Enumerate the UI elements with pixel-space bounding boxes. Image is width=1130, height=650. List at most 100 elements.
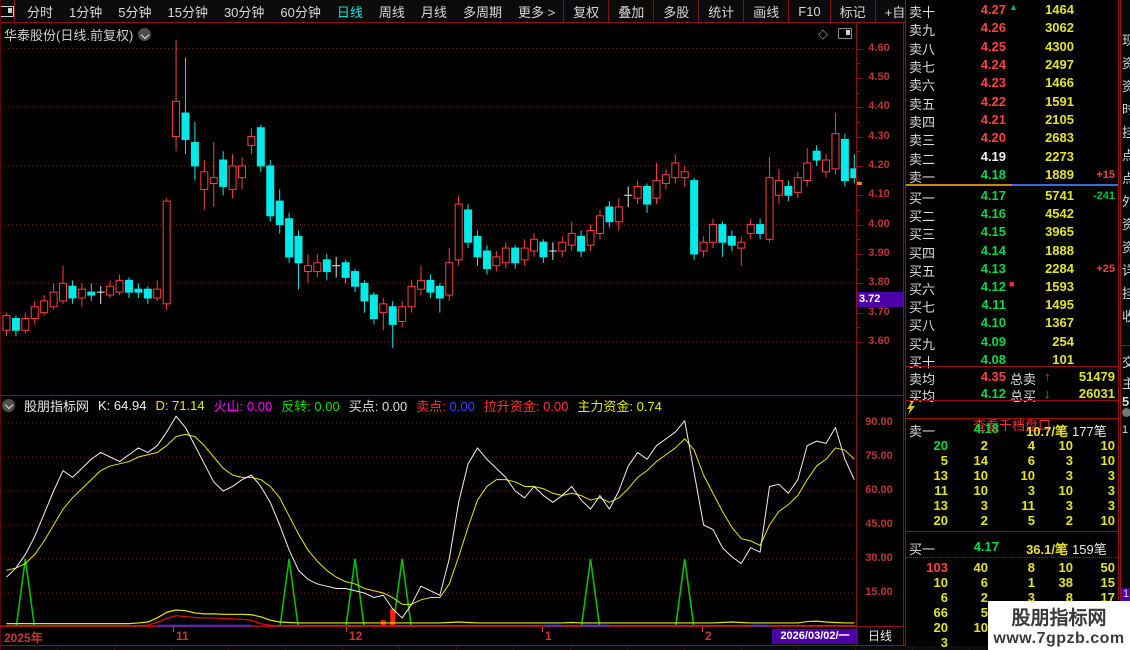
orderbook-volume: 1466 xyxy=(1045,75,1074,91)
tool-标记[interactable]: 标记 xyxy=(829,0,875,22)
sell-row-卖一[interactable]: 卖一 4.18 1889 +15 xyxy=(906,166,1118,185)
orderbook-level-label: 买八 xyxy=(909,318,936,334)
period-1分钟[interactable]: 1分钟 xyxy=(61,2,110,21)
sell-row-卖四[interactable]: 卖四 4.21 2105 xyxy=(906,111,1118,131)
orderbook-volume: 101 xyxy=(1052,351,1074,367)
buy-row-买二[interactable]: 买二 4.16 4542 xyxy=(906,205,1118,224)
period-分时[interactable]: 分时 xyxy=(19,2,61,21)
price-axis-label: 3.90 xyxy=(868,246,890,259)
orderbook-level-label: 卖五 xyxy=(909,96,936,112)
candle-down xyxy=(539,241,548,258)
summary-price: 4.17 xyxy=(973,539,999,554)
candle-up xyxy=(661,174,670,185)
strip-char: 挂 xyxy=(1122,122,1130,141)
buy-row-买六[interactable]: 买六 4.12 ■ 1593 xyxy=(906,278,1118,297)
period-周线[interactable]: 周线 xyxy=(371,2,413,21)
period-多周期[interactable]: 多周期 xyxy=(455,2,510,21)
orderbook-border-left xyxy=(905,0,906,646)
price-tag: 3.72 xyxy=(857,292,903,307)
grid-cell: 11 xyxy=(934,483,948,498)
orderbook-price: 4.17 xyxy=(980,188,1006,203)
price-axis-tick xyxy=(857,268,860,270)
indicator-chart[interactable] xyxy=(0,415,856,627)
orderbook-level-label: 买六 xyxy=(909,282,936,297)
grid-cell: 10 xyxy=(1058,438,1073,453)
buy-row-买七[interactable]: 买七 4.11 1495 xyxy=(906,296,1118,315)
sell-row-卖六[interactable]: 卖六 4.23 1466 xyxy=(906,74,1118,93)
candle-down xyxy=(256,127,265,167)
period-5分钟[interactable]: 5分钟 xyxy=(110,2,159,21)
sell-row-卖七[interactable]: 卖七 4.24 2497 xyxy=(906,56,1118,75)
split-window-icon[interactable] xyxy=(838,27,852,42)
window-layout-button[interactable] xyxy=(0,0,15,22)
thousand-level-link[interactable]: 查看千档盘口 xyxy=(906,401,1118,433)
period-60分钟[interactable]: 60分钟 xyxy=(272,2,328,21)
indicator-value-K: K: 64.94 xyxy=(98,397,147,413)
orderbook-volume: 2497 xyxy=(1045,57,1074,73)
buy-row-买三[interactable]: 买三 4.15 3965 xyxy=(906,223,1118,242)
orderbook-price: 4.26 xyxy=(980,20,1006,36)
tool-画线[interactable]: 画线 xyxy=(743,0,788,22)
period-更多 >[interactable]: 更多 > xyxy=(510,2,563,21)
strip-char: 时 xyxy=(1122,99,1130,118)
orderbook-volume: 4542 xyxy=(1045,206,1074,222)
thousand-buy-grid-row: 103 40 8 10 50 xyxy=(906,560,1118,576)
time-axis-tick xyxy=(173,627,174,632)
period-15分钟[interactable]: 15分钟 xyxy=(159,2,215,21)
tool-统计[interactable]: 统计 xyxy=(698,0,743,22)
tool-多股[interactable]: 多股 xyxy=(653,0,698,22)
trading-terminal: 分时 1分钟 5分钟 15分钟 30分钟 60分钟 日线 周线 月线 多周期 更多 > 复权 叠加 多股… xyxy=(0,0,1130,650)
buy-row-买一[interactable]: 买一 4.17 5741 -241 xyxy=(906,187,1118,206)
price-axis-tick xyxy=(857,312,863,314)
tool-叠加[interactable]: 叠加 xyxy=(608,0,653,22)
sell-row-卖十[interactable]: 卖十 4.27 ▲ 1464 xyxy=(906,1,1118,20)
sell-row-卖二[interactable]: 卖二 4.19 2273 xyxy=(906,148,1118,167)
buy-row-买五[interactable]: 买五 4.13 2284 +25 xyxy=(906,260,1118,279)
sell-row-卖五[interactable]: 卖五 4.22 1591 xyxy=(906,93,1118,112)
strip-char: 详 xyxy=(1122,260,1130,279)
price-axis-label: 3.80 xyxy=(868,276,890,289)
diamond-icon[interactable]: ◇ xyxy=(818,26,828,42)
chevron-down-icon[interactable] xyxy=(2,398,15,412)
candle-up xyxy=(398,306,407,322)
indicator-axis-label: 30.00 xyxy=(865,552,893,564)
period-日线[interactable]: 日线 xyxy=(329,2,371,21)
lift-fund-line xyxy=(6,615,855,627)
tool-复权[interactable]: 复权 xyxy=(563,0,608,22)
candle-down xyxy=(322,259,331,273)
time-axis-tick xyxy=(346,627,347,632)
period-月线[interactable]: 月线 xyxy=(413,2,455,21)
buy-row-买四[interactable]: 买四 4.14 1888 xyxy=(906,242,1118,261)
candle-up xyxy=(822,159,831,173)
orderbook-border-right xyxy=(1118,0,1119,646)
price-axis-tick xyxy=(857,253,863,255)
orderbook-price: 4.16 xyxy=(980,206,1006,222)
candle-up xyxy=(558,241,567,252)
chart-title-row: 华泰股份(日线.前复权) xyxy=(4,25,152,44)
period-30分钟[interactable]: 30分钟 xyxy=(216,2,272,21)
tool-F10[interactable]: F10 xyxy=(788,0,829,22)
buy-row-买八[interactable]: 买八 4.10 1367 xyxy=(906,314,1118,334)
sell-row-卖三[interactable]: 卖三 4.20 2683 xyxy=(906,129,1118,148)
indicator-axis-label: 45.00 xyxy=(865,518,893,530)
buy-row-买九[interactable]: 买九 4.09 254 xyxy=(906,333,1118,352)
chevron-down-icon[interactable] xyxy=(138,28,152,41)
strip-char: 资 xyxy=(1122,76,1130,95)
candle-up xyxy=(445,262,454,296)
orderbook-volume: 1888 xyxy=(1045,242,1074,258)
thousand-buy-grid-row: 10 6 1 38 15 xyxy=(906,575,1118,591)
price-axis-label: 3.60 xyxy=(868,335,890,347)
candlestick-chart[interactable] xyxy=(0,22,856,396)
candle-up xyxy=(407,285,416,308)
orderbook-volume: 1495 xyxy=(1045,297,1074,313)
orderbook-price: 4.24 xyxy=(980,57,1006,73)
candle-up xyxy=(40,300,49,314)
orderbook-level-label: 卖四 xyxy=(909,115,936,131)
sell-row-卖八[interactable]: 卖八 4.25 4300 xyxy=(906,38,1118,57)
grid-cell: 5 xyxy=(980,605,988,620)
candle-up xyxy=(633,185,642,199)
price-axis-tick xyxy=(857,107,863,109)
sell-row-卖九[interactable]: 卖九 4.26 3062 xyxy=(906,19,1118,38)
price-axis-label: 4.20 xyxy=(868,158,890,171)
thousand-sell-grid-row: 13 10 10 3 3 xyxy=(906,468,1118,484)
